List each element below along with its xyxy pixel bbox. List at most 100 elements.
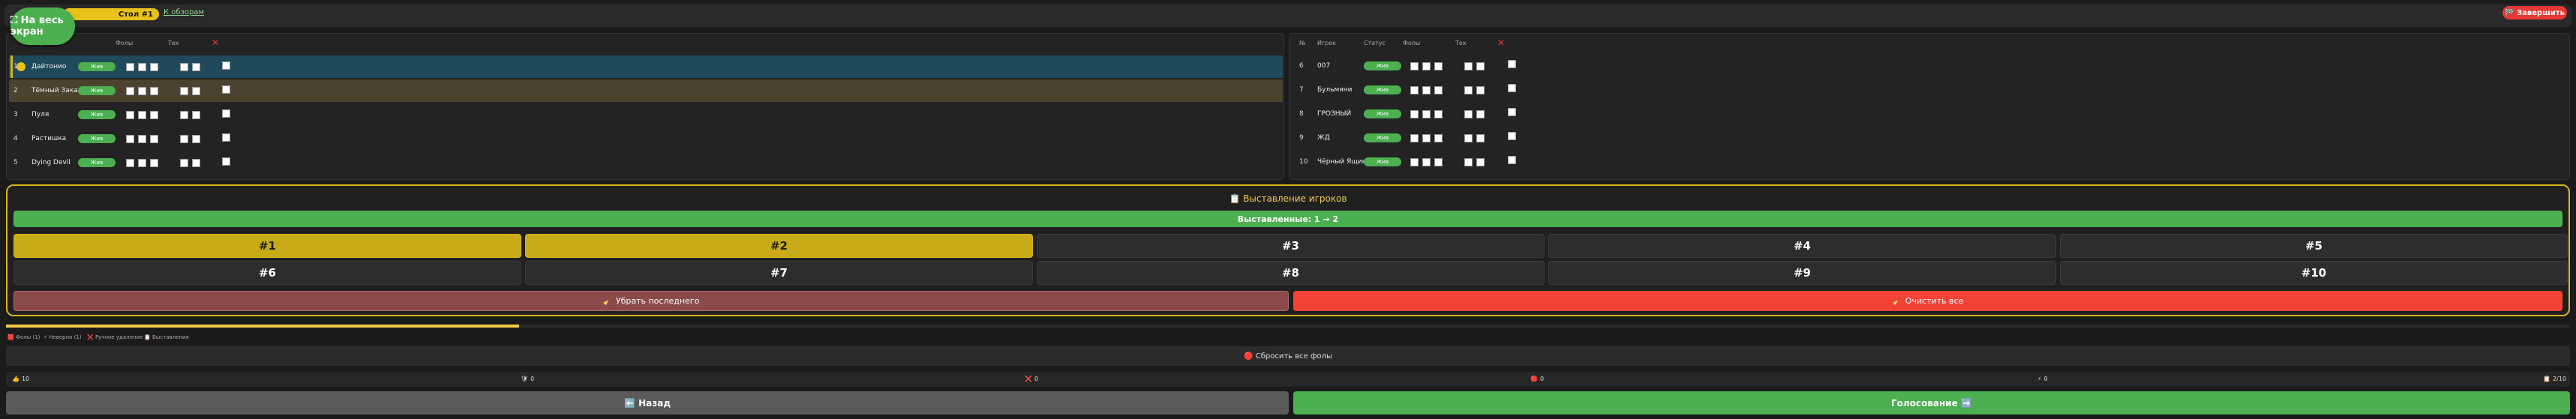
candidate-button[interactable]: #4 xyxy=(1548,234,2056,258)
stat-icon: ⚡ xyxy=(2037,376,2042,382)
stat-item: ⚡ 0 xyxy=(2037,376,2048,382)
tech-checkbox[interactable] xyxy=(1464,158,1473,166)
foul-checkbox[interactable] xyxy=(1410,158,1419,166)
status-toggle[interactable]: Жив xyxy=(1364,157,1401,166)
status-toggle[interactable]: Жив xyxy=(1364,85,1401,94)
foul-checkbox[interactable] xyxy=(126,63,134,71)
remove-checkbox[interactable] xyxy=(1508,156,1516,164)
foul-checkbox[interactable] xyxy=(1410,134,1419,142)
foul-checkbox[interactable] xyxy=(138,159,146,167)
stat-item: 👍 10 xyxy=(12,376,29,382)
tech-checkbox[interactable] xyxy=(180,63,188,71)
player-name: Dying Devil xyxy=(32,159,71,166)
fullscreen-button[interactable]: ⛶ На весь экран xyxy=(11,7,75,45)
candidate-button[interactable]: #5 xyxy=(2060,234,2568,258)
status-toggle[interactable]: Жив xyxy=(78,86,116,95)
tech-checkbox[interactable] xyxy=(1476,158,1485,166)
remove-checkbox[interactable] xyxy=(222,61,230,70)
foul-checkbox[interactable] xyxy=(150,159,158,167)
foul-checkbox[interactable] xyxy=(138,63,146,71)
finish-button[interactable]: 🏁 Завершить xyxy=(2502,6,2567,19)
col-player: Игрок xyxy=(1317,40,1336,46)
foul-checkbox[interactable] xyxy=(138,135,146,143)
tech-checkbox[interactable] xyxy=(1464,86,1473,94)
clear-all-button[interactable]: 🧹 Очистить все xyxy=(1293,291,2562,311)
foul-checkbox[interactable] xyxy=(138,87,146,95)
remove-checkbox[interactable] xyxy=(1508,108,1516,116)
remove-checkbox[interactable] xyxy=(222,157,230,166)
tech-checkbox[interactable] xyxy=(180,111,188,119)
foul-checkbox[interactable] xyxy=(150,135,158,143)
tech-checkbox[interactable] xyxy=(192,159,200,167)
status-toggle[interactable]: Жив xyxy=(78,110,116,119)
candidate-button[interactable]: #1 xyxy=(14,234,521,258)
voting-button[interactable]: Голосование ➡️ xyxy=(1293,391,2570,415)
tech-checkbox[interactable] xyxy=(1476,86,1485,94)
remove-checkbox[interactable] xyxy=(1508,84,1516,92)
candidate-button[interactable]: #10 xyxy=(2060,261,2568,285)
tech-checkbox[interactable] xyxy=(192,63,200,71)
tech-checkbox[interactable] xyxy=(1464,62,1473,70)
candidate-button[interactable]: #3 xyxy=(1037,234,1545,258)
tech-checkbox[interactable] xyxy=(192,87,200,95)
foul-checkbox[interactable] xyxy=(150,63,158,71)
stat-value: 0 xyxy=(1539,376,1545,382)
tech-checkbox[interactable] xyxy=(180,87,188,95)
foul-checkbox[interactable] xyxy=(1422,110,1431,118)
remove-checkbox[interactable] xyxy=(222,109,230,118)
candidate-button[interactable]: #7 xyxy=(525,261,1033,285)
tech-checkbox[interactable] xyxy=(180,159,188,167)
foul-checkbox[interactable] xyxy=(126,87,134,95)
foul-checkbox[interactable] xyxy=(1434,86,1443,94)
player-number: 2 xyxy=(14,87,18,94)
foul-checkbox[interactable] xyxy=(1422,134,1431,142)
stat-value: 0 xyxy=(1034,376,1039,382)
status-toggle[interactable]: Жив xyxy=(78,134,116,143)
remove-checkbox[interactable] xyxy=(222,133,230,142)
foul-checkbox[interactable] xyxy=(1410,86,1419,94)
foul-checkbox[interactable] xyxy=(1434,62,1443,70)
remove-checkbox[interactable] xyxy=(222,85,230,94)
remove-checkbox[interactable] xyxy=(1508,132,1516,140)
foul-checkbox[interactable] xyxy=(138,111,146,119)
foul-checkbox[interactable] xyxy=(1410,62,1419,70)
tech-checkbox[interactable] xyxy=(180,135,188,143)
foul-checkbox[interactable] xyxy=(1434,158,1443,166)
foul-checkbox[interactable] xyxy=(1422,62,1431,70)
foul-checkbox[interactable] xyxy=(1422,86,1431,94)
status-toggle[interactable]: Жив xyxy=(1364,133,1401,142)
stat-item: 🔴 0 xyxy=(1530,376,1544,382)
tech-checkbox[interactable] xyxy=(192,111,200,119)
status-toggle[interactable]: Жив xyxy=(1364,61,1401,70)
col-fouls: Фолы xyxy=(1403,40,1421,46)
status-toggle[interactable]: Жив xyxy=(78,158,116,167)
status-toggle[interactable]: Жив xyxy=(78,62,116,71)
remove-last-button[interactable]: 🧹 Убрать последнего xyxy=(14,291,1289,311)
candidate-button[interactable]: #6 xyxy=(14,261,521,285)
foul-checkbox[interactable] xyxy=(126,111,134,119)
tech-checkbox[interactable] xyxy=(1476,62,1485,70)
foul-checkbox[interactable] xyxy=(150,87,158,95)
tech-checkbox[interactable] xyxy=(1476,110,1485,118)
back-button[interactable]: ⬅️ Назад xyxy=(6,391,1289,415)
remove-checkbox[interactable] xyxy=(1508,60,1516,68)
foul-checkbox[interactable] xyxy=(126,135,134,143)
candidate-button[interactable]: #9 xyxy=(1548,261,2056,285)
tech-checkbox[interactable] xyxy=(1476,134,1485,142)
reset-fouls-button[interactable]: 🔴 Сбросить все фолы xyxy=(6,346,2570,366)
foul-checkbox[interactable] xyxy=(150,111,158,119)
status-toggle[interactable]: Жив xyxy=(1364,109,1401,118)
candidate-button[interactable]: #8 xyxy=(1037,261,1545,285)
tech-checkbox[interactable] xyxy=(1464,110,1473,118)
tech-checkbox[interactable] xyxy=(1464,134,1473,142)
legend-nominations: 📋 Выставления xyxy=(144,334,189,340)
candidate-button[interactable]: #2 xyxy=(525,234,1033,258)
foul-checkbox[interactable] xyxy=(1422,158,1431,166)
foul-checkbox[interactable] xyxy=(126,159,134,167)
overview-link[interactable]: К обзорам xyxy=(164,8,204,16)
tech-checkbox[interactable] xyxy=(192,135,200,143)
foul-checkbox[interactable] xyxy=(1410,110,1419,118)
foul-checkbox[interactable] xyxy=(1434,134,1443,142)
foul-checkbox[interactable] xyxy=(1434,110,1443,118)
player-number: 4 xyxy=(14,135,18,142)
